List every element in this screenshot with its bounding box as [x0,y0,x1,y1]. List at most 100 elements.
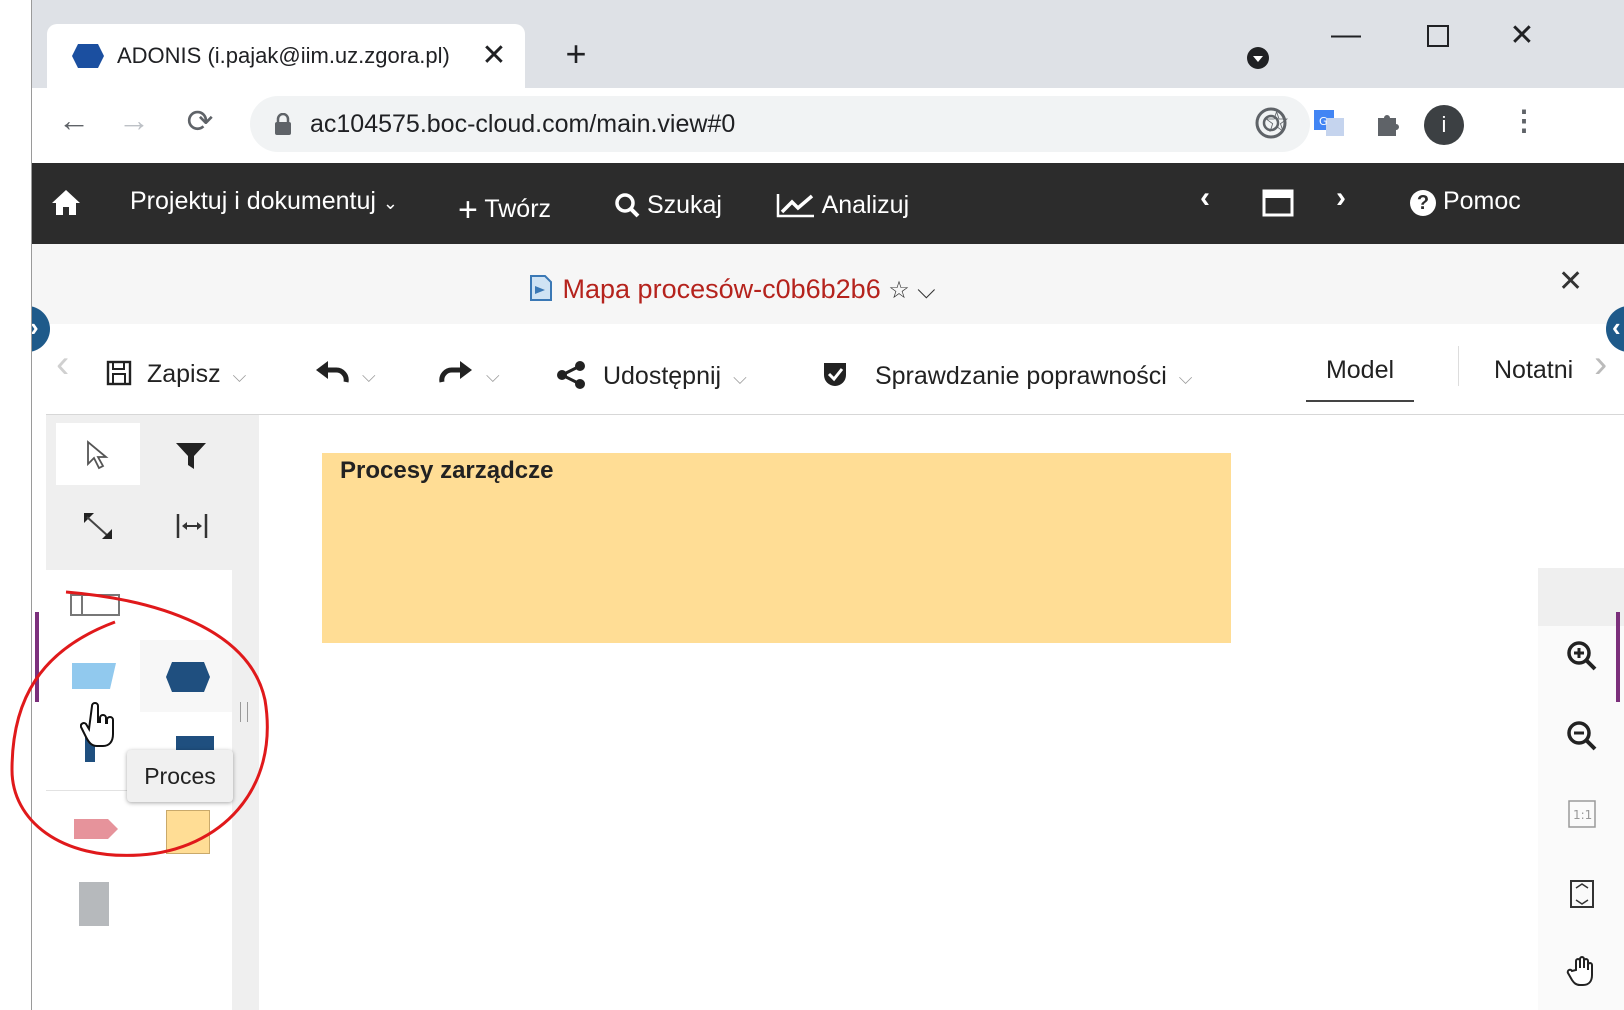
pan-hand-icon[interactable] [1566,956,1598,988]
minimize-icon[interactable]: — [1326,18,1366,52]
zoom-out-icon[interactable] [1566,720,1598,752]
actual-size-icon[interactable]: 1:1 [1566,798,1598,830]
previous-icon[interactable]: ‹ [1200,181,1210,215]
adonis-favicon-icon [72,44,104,68]
distribute-tool-icon[interactable] [174,511,210,541]
tab-close-icon[interactable]: ✕ [479,38,509,73]
pointer-icon[interactable] [84,440,110,470]
document-title-area[interactable]: Mapa procesów-c0b6b2b6 ☆ ⌵ [527,270,935,305]
app-navigation-bar: Projektuj i dokumentuj ⌄ + Twórz Szukaj … [32,163,1624,244]
browser-menu-icon[interactable]: ⋮ [1510,104,1538,137]
chevron-down-icon: ⌵ [486,366,500,386]
editor-toolbar: ‹ Zapisz ⌵ ⌵ ⌵ Udostępnij ⌵ Sprawdzanie … [46,324,1624,415]
chevron-down-icon: ⌵ [1178,368,1193,388]
fit-page-icon[interactable] [1566,878,1598,910]
window-icon[interactable] [1262,189,1294,217]
create-button[interactable]: + Twórz [458,187,552,229]
search-label: Szukaj [646,191,722,219]
document-shape-icon[interactable] [176,736,214,750]
analyze-button[interactable]: Analizuj [776,187,909,220]
help-label: Pomoc [1442,187,1521,215]
reload-icon[interactable]: ⟳ [180,102,220,140]
resource-shape-icon[interactable] [79,882,109,926]
browser-tab-strip: ADONIS (i.pajak@iim.uz.zgora.pl) ✕ + — ✕ [32,0,1624,88]
maximize-icon[interactable] [1427,25,1449,47]
svg-text:1:1: 1:1 [1573,808,1592,822]
process-category-shape-icon[interactable] [164,660,212,694]
analyze-label: Analizuj [821,191,910,219]
save-button[interactable]: Zapisz ⌵ [106,356,246,389]
extension-chat-icon[interactable] [1254,106,1288,140]
tab-title: ADONIS (i.pajak@iim.uz.zgora.pl) [117,43,450,68]
floppy-disk-icon [106,360,132,386]
tab-search-icon[interactable] [1246,46,1270,70]
tab-separator [1458,346,1459,386]
left-panel-indicator [35,612,39,702]
tooltip: Proces [127,750,233,802]
zoom-in-icon[interactable] [1566,640,1598,672]
svg-text:G: G [1319,115,1328,128]
window-close-icon[interactable]: ✕ [1502,18,1542,53]
search-icon [615,193,640,218]
url-text: ac104575.boc-cloud.com/main.view#0 [310,110,736,138]
validation-button[interactable]: Sprawdzanie poprawności ⌵ [822,356,1192,391]
profile-avatar[interactable]: i [1424,105,1464,145]
extensions-puzzle-icon[interactable] [1370,106,1404,140]
pool-procesy-zarzadcze[interactable]: Procesy zarządcze [322,453,1231,643]
browser-tab-adonis[interactable]: ADONIS (i.pajak@iim.uz.zgora.pl) ✕ [47,24,525,88]
chevron-down-icon: ⌵ [362,366,376,386]
browser-toolbar: ← → ⟳ ac104575.boc-cloud.com/main.view#0… [32,88,1624,163]
swimlane-shape-icon[interactable] [70,594,120,616]
chevron-down-icon: ⌵ [232,366,247,386]
tab-model-label: Model [1325,356,1395,384]
chevron-left-icon: ‹ [1612,312,1621,342]
design-menu-label: Projektuj i dokumentuj [130,187,376,215]
chevron-down-icon: ⌵ [733,368,747,388]
share-label: Udostępnij [602,362,722,390]
help-button[interactable]: ? Pomoc [1410,187,1521,216]
design-menu[interactable]: Projektuj i dokumentuj ⌄ [130,187,398,216]
document-title: Mapa procesów-c0b6b2b6 [562,274,881,304]
share-button[interactable]: Udostępnij ⌵ [556,356,747,391]
validation-label: Sprawdzanie poprawności [874,362,1167,390]
next-icon[interactable]: › [1336,181,1346,215]
home-icon[interactable] [50,188,82,216]
browser-window: ADONIS (i.pajak@iim.uz.zgora.pl) ✕ + — ✕… [32,0,1624,1010]
redo-icon [439,361,472,383]
pool-label: Procesy zarządcze [340,457,554,484]
filter-icon[interactable] [174,441,208,471]
search-button[interactable]: Szukaj [614,187,722,220]
tab-notebook[interactable]: Notatni [1494,356,1573,385]
toolbar-scroll-left-icon[interactable]: ‹ [56,342,69,387]
event-shape-icon[interactable] [72,817,120,841]
create-label: Twórz [484,195,552,223]
right-panel-indicator [1616,612,1620,702]
favorite-star-icon[interactable]: ☆ [888,277,910,304]
undo-icon [316,361,349,383]
address-bar[interactable]: ac104575.boc-cloud.com/main.view#0 ☆ [250,96,1310,152]
redo-button[interactable]: ⌵ [438,356,500,389]
undo-button[interactable]: ⌵ [314,356,376,389]
share-icon [557,361,585,389]
close-document-icon[interactable]: ✕ [1558,264,1583,299]
palette-resize-handle[interactable] [240,702,248,722]
chevron-right-icon: › [32,312,39,343]
plus-icon: + [458,191,478,229]
connector-tool-icon[interactable] [82,511,114,541]
zoom-panel: 1:1 [1538,568,1624,1010]
model-file-icon [530,275,552,301]
process-shape-icon[interactable] [70,661,118,691]
shield-check-icon [824,363,846,386]
question-circle-icon: ? [1410,190,1436,216]
note-shape-icon[interactable] [166,810,210,854]
chevron-down-icon[interactable]: ⌵ [917,277,935,304]
back-icon[interactable]: ← [54,102,94,139]
chevron-down-icon: ⌄ [382,193,399,213]
new-tab-icon[interactable]: + [556,34,596,74]
tab-model[interactable]: Model [1306,356,1414,402]
forward-icon[interactable]: → [114,102,154,139]
google-translate-icon[interactable]: G [1312,106,1346,140]
toolbar-scroll-right-icon[interactable]: › [1594,342,1607,387]
chart-line-icon [776,194,814,218]
hand-pointer-cursor-icon [80,702,114,747]
